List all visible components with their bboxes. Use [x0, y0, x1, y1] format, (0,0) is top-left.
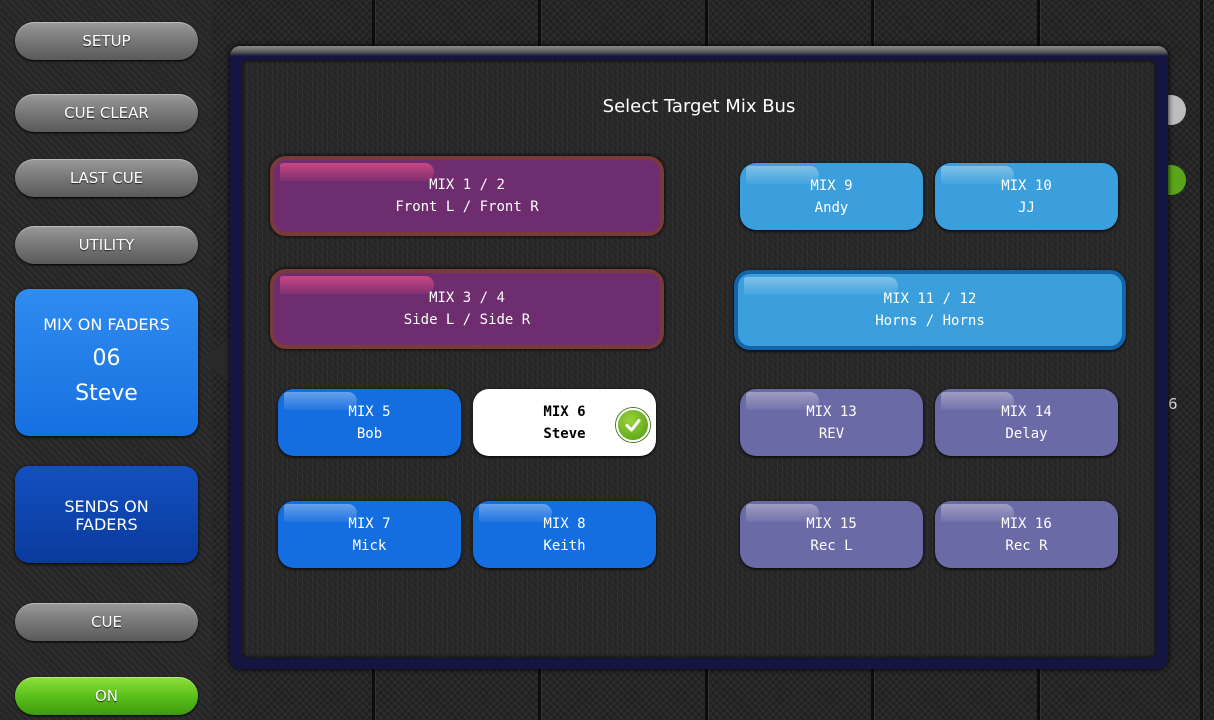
- mix-bus-name: Horns / Horns: [875, 313, 985, 329]
- mix-bus-number: MIX 3 / 4: [429, 290, 505, 306]
- mix-bus-name: Mick: [352, 537, 387, 554]
- mix-bus-number: MIX 1 / 2: [429, 177, 505, 193]
- mix-bus-number: MIX 14: [1001, 403, 1052, 420]
- mix-bus-dialog-body: [242, 60, 1156, 658]
- mix-bus-button-11-12[interactable]: MIX 11 / 12 Horns / Horns: [734, 270, 1126, 350]
- mix-bus-name: Rec R: [1005, 537, 1048, 554]
- mix-bus-name: Keith: [543, 537, 586, 554]
- mix-bus-number: MIX 9: [810, 177, 853, 194]
- mix-bus-button-1-2[interactable]: MIX 1 / 2 Front L / Front R: [270, 156, 664, 236]
- cue-clear-button[interactable]: CUE CLEAR: [15, 94, 198, 132]
- mix-bus-number: MIX 16: [1001, 515, 1052, 532]
- mix-bus-name: Delay: [1005, 425, 1048, 442]
- mix-bus-button-5[interactable]: MIX 5 Bob: [278, 389, 461, 456]
- mix-bus-button-13[interactable]: MIX 13 REV: [740, 389, 923, 456]
- dialog-title: Select Target Mix Bus: [602, 96, 796, 117]
- mix-bus-number: MIX 15: [806, 515, 857, 532]
- mix-bus-button-6-selected[interactable]: MIX 6 Steve: [473, 389, 656, 456]
- mix-bus-name: Front L / Front R: [395, 199, 539, 215]
- mix-bus-name: Bob: [356, 425, 383, 442]
- mix-bus-name: JJ: [1018, 199, 1035, 216]
- mix-bus-number: MIX 10: [1001, 177, 1052, 194]
- mix-bus-number: MIX 5: [348, 403, 391, 420]
- sends-on-faders-line2: FADERS: [75, 515, 138, 534]
- mix-bus-button-14[interactable]: MIX 14 Delay: [935, 389, 1118, 456]
- mix-bus-number: MIX 11 / 12: [883, 291, 977, 307]
- mix-bus-button-10[interactable]: MIX 10 JJ: [935, 163, 1118, 230]
- utility-button[interactable]: UTILITY: [15, 226, 198, 264]
- mix-bus-button-8[interactable]: MIX 8 Keith: [473, 501, 656, 568]
- mix-bus-number: MIX 7: [348, 515, 391, 532]
- mix-bus-name: Rec L: [810, 537, 853, 554]
- mix-on-faders-button[interactable]: MIX ON FADERS 06 Steve: [15, 289, 198, 436]
- mix-bus-button-3-4[interactable]: MIX 3 / 4 Side L / Side R: [270, 269, 664, 349]
- sends-on-faders-button[interactable]: SENDS ON FADERS: [15, 466, 198, 563]
- mix-bus-name: Side L / Side R: [403, 312, 531, 328]
- mix-bus-button-15[interactable]: MIX 15 Rec L: [740, 501, 923, 568]
- popover-pointer: [200, 338, 230, 382]
- on-button[interactable]: ON: [15, 677, 198, 715]
- mix-bus-button-7[interactable]: MIX 7 Mick: [278, 501, 461, 568]
- mix-on-faders-label: MIX ON FADERS: [43, 315, 170, 334]
- mix-on-faders-number: 06: [92, 346, 121, 371]
- mix-bus-name: REV: [818, 425, 845, 442]
- mix-bus-number: MIX 13: [806, 403, 857, 420]
- mix-on-faders-name: Steve: [75, 381, 138, 406]
- mix-bus-button-16[interactable]: MIX 16 Rec R: [935, 501, 1118, 568]
- mix-bus-name: Andy: [814, 199, 849, 216]
- setup-button[interactable]: SETUP: [15, 22, 198, 60]
- edge-label: 6: [1168, 395, 1178, 413]
- cue-button[interactable]: CUE: [15, 603, 198, 641]
- last-cue-button[interactable]: LAST CUE: [15, 159, 198, 197]
- mix-bus-number: MIX 8: [543, 515, 586, 532]
- checkmark-icon: [616, 408, 650, 442]
- mix-bus-button-9[interactable]: MIX 9 Andy: [740, 163, 923, 230]
- fader-divider: [1200, 0, 1203, 720]
- sends-on-faders-line1: SENDS ON: [64, 497, 149, 516]
